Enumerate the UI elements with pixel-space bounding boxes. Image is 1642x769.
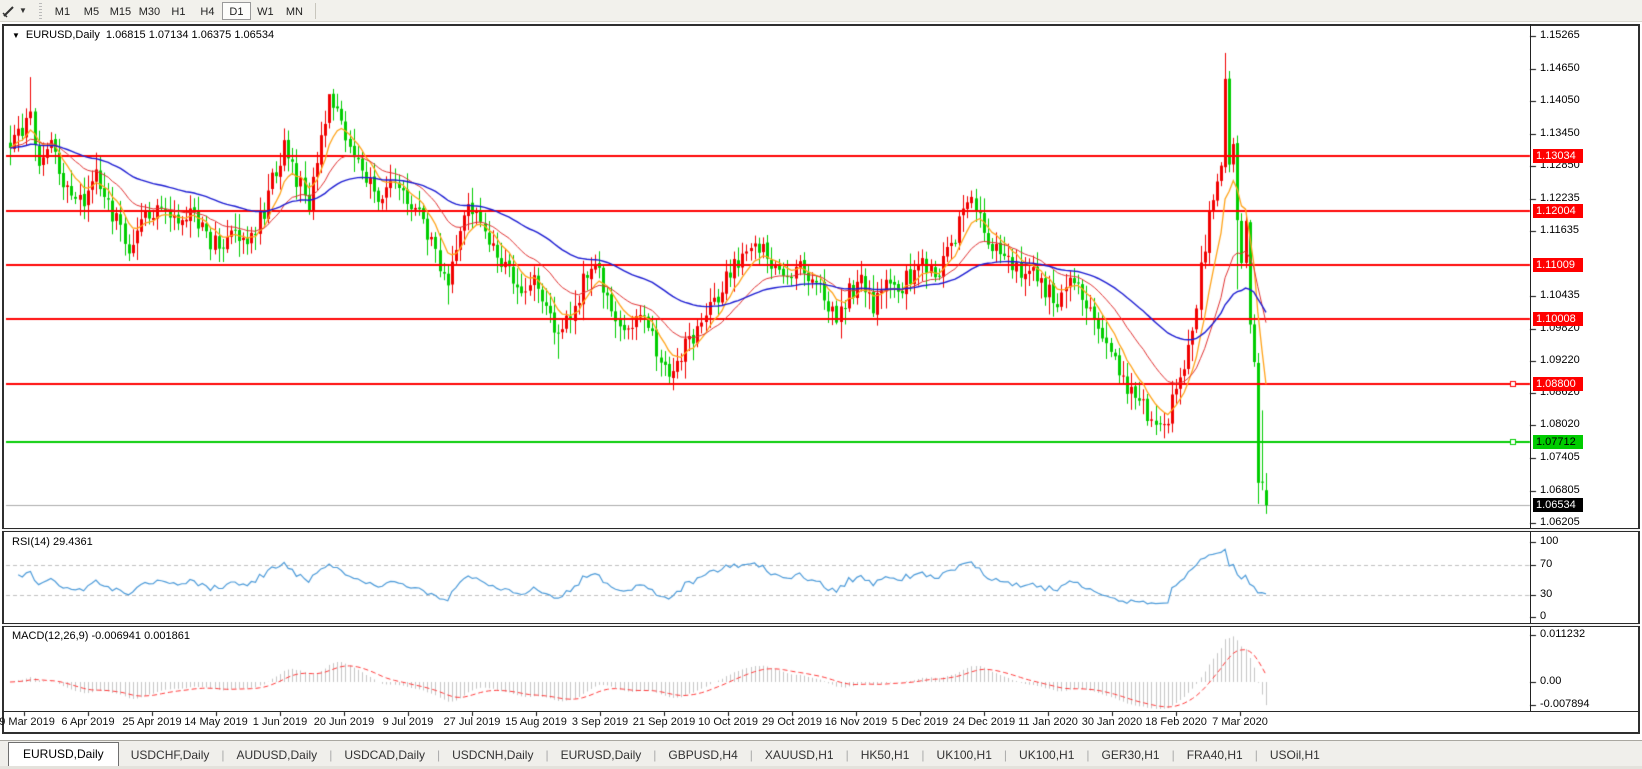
price-line-tag: 1.08800 — [1533, 377, 1583, 391]
price-chart-canvas[interactable] — [0, 0, 1642, 769]
rsi-axis-label: 0 — [1540, 610, 1546, 622]
date-axis-label: 1 Jun 2019 — [245, 716, 315, 728]
date-axis-label: 6 Apr 2019 — [53, 716, 123, 728]
date-axis-label: 16 Nov 2019 — [821, 716, 891, 728]
price-line-tag: 1.11009 — [1533, 258, 1583, 272]
current-price-tag: 1.06534 — [1533, 498, 1583, 512]
price-axis-label: 1.10435 — [1540, 289, 1580, 301]
rsi-indicator-label: RSI(14) 29.4361 — [12, 536, 93, 548]
chart-ohlc-values: 1.06815 1.07134 1.06375 1.06534 — [106, 29, 274, 41]
chart-ohlc-header: ▼ EURUSD,Daily 1.06815 1.07134 1.06375 1… — [12, 29, 274, 41]
date-axis-label: 24 Dec 2019 — [949, 716, 1019, 728]
date-axis-label: 27 Jul 2019 — [437, 716, 507, 728]
date-axis-label: 5 Dec 2019 — [885, 716, 955, 728]
date-axis-label: 15 Aug 2019 — [501, 716, 571, 728]
date-axis-label: 14 May 2019 — [181, 716, 251, 728]
price-axis-label: 1.13450 — [1540, 127, 1580, 139]
macd-axis-label: -0.007894 — [1540, 698, 1590, 710]
date-axis-label: 10 Oct 2019 — [693, 716, 763, 728]
date-axis-label: 19 Mar 2019 — [0, 716, 59, 728]
price-axis-label: 1.11635 — [1540, 224, 1579, 236]
macd-panel-splitter[interactable] — [2, 623, 1640, 627]
price-axis-label: 1.15265 — [1540, 29, 1580, 41]
price-line-tag: 1.10008 — [1533, 312, 1583, 326]
date-axis-label: 25 Apr 2019 — [117, 716, 187, 728]
rsi-axis-label: 30 — [1540, 588, 1552, 600]
price-axis-label: 1.12235 — [1540, 192, 1580, 204]
price-line-tag: 1.13034 — [1533, 149, 1583, 163]
rsi-panel-splitter[interactable] — [2, 528, 1640, 532]
price-line-tag: 1.12004 — [1533, 204, 1583, 218]
date-axis-label: 7 Mar 2020 — [1205, 716, 1275, 728]
macd-indicator-label: MACD(12,26,9) -0.006941 0.001861 — [12, 630, 190, 642]
price-axis-label: 1.06205 — [1540, 516, 1580, 528]
price-axis-border — [1530, 24, 1531, 712]
price-axis-label: 1.14050 — [1540, 94, 1580, 106]
date-axis-label: 9 Jul 2019 — [373, 716, 443, 728]
date-axis-label: 20 Jun 2019 — [309, 716, 379, 728]
macd-axis-label: 0.00 — [1540, 675, 1561, 687]
price-axis-label: 1.07405 — [1540, 451, 1580, 463]
rsi-axis-label: 70 — [1540, 558, 1552, 570]
price-axis-label: 1.14650 — [1540, 62, 1580, 74]
date-axis-label: 18 Feb 2020 — [1141, 716, 1211, 728]
chart-symbol-label: EURUSD,Daily — [26, 29, 100, 41]
date-axis-label: 29 Oct 2019 — [757, 716, 827, 728]
price-line-tag: 1.07712 — [1533, 435, 1583, 449]
date-axis-border — [2, 711, 1640, 712]
macd-axis-label: 0.011232 — [1540, 628, 1585, 640]
date-axis-label: 3 Sep 2019 — [565, 716, 635, 728]
price-axis-label: 1.06805 — [1540, 484, 1580, 496]
rsi-axis-label: 100 — [1540, 535, 1558, 547]
chart-menu-caret: ▼ — [12, 31, 20, 40]
date-axis-label: 30 Jan 2020 — [1077, 716, 1147, 728]
date-axis-label: 11 Jan 2020 — [1013, 716, 1083, 728]
price-axis-label: 1.09220 — [1540, 354, 1580, 366]
date-axis-label: 21 Sep 2019 — [629, 716, 699, 728]
price-axis-label: 1.08020 — [1540, 418, 1580, 430]
